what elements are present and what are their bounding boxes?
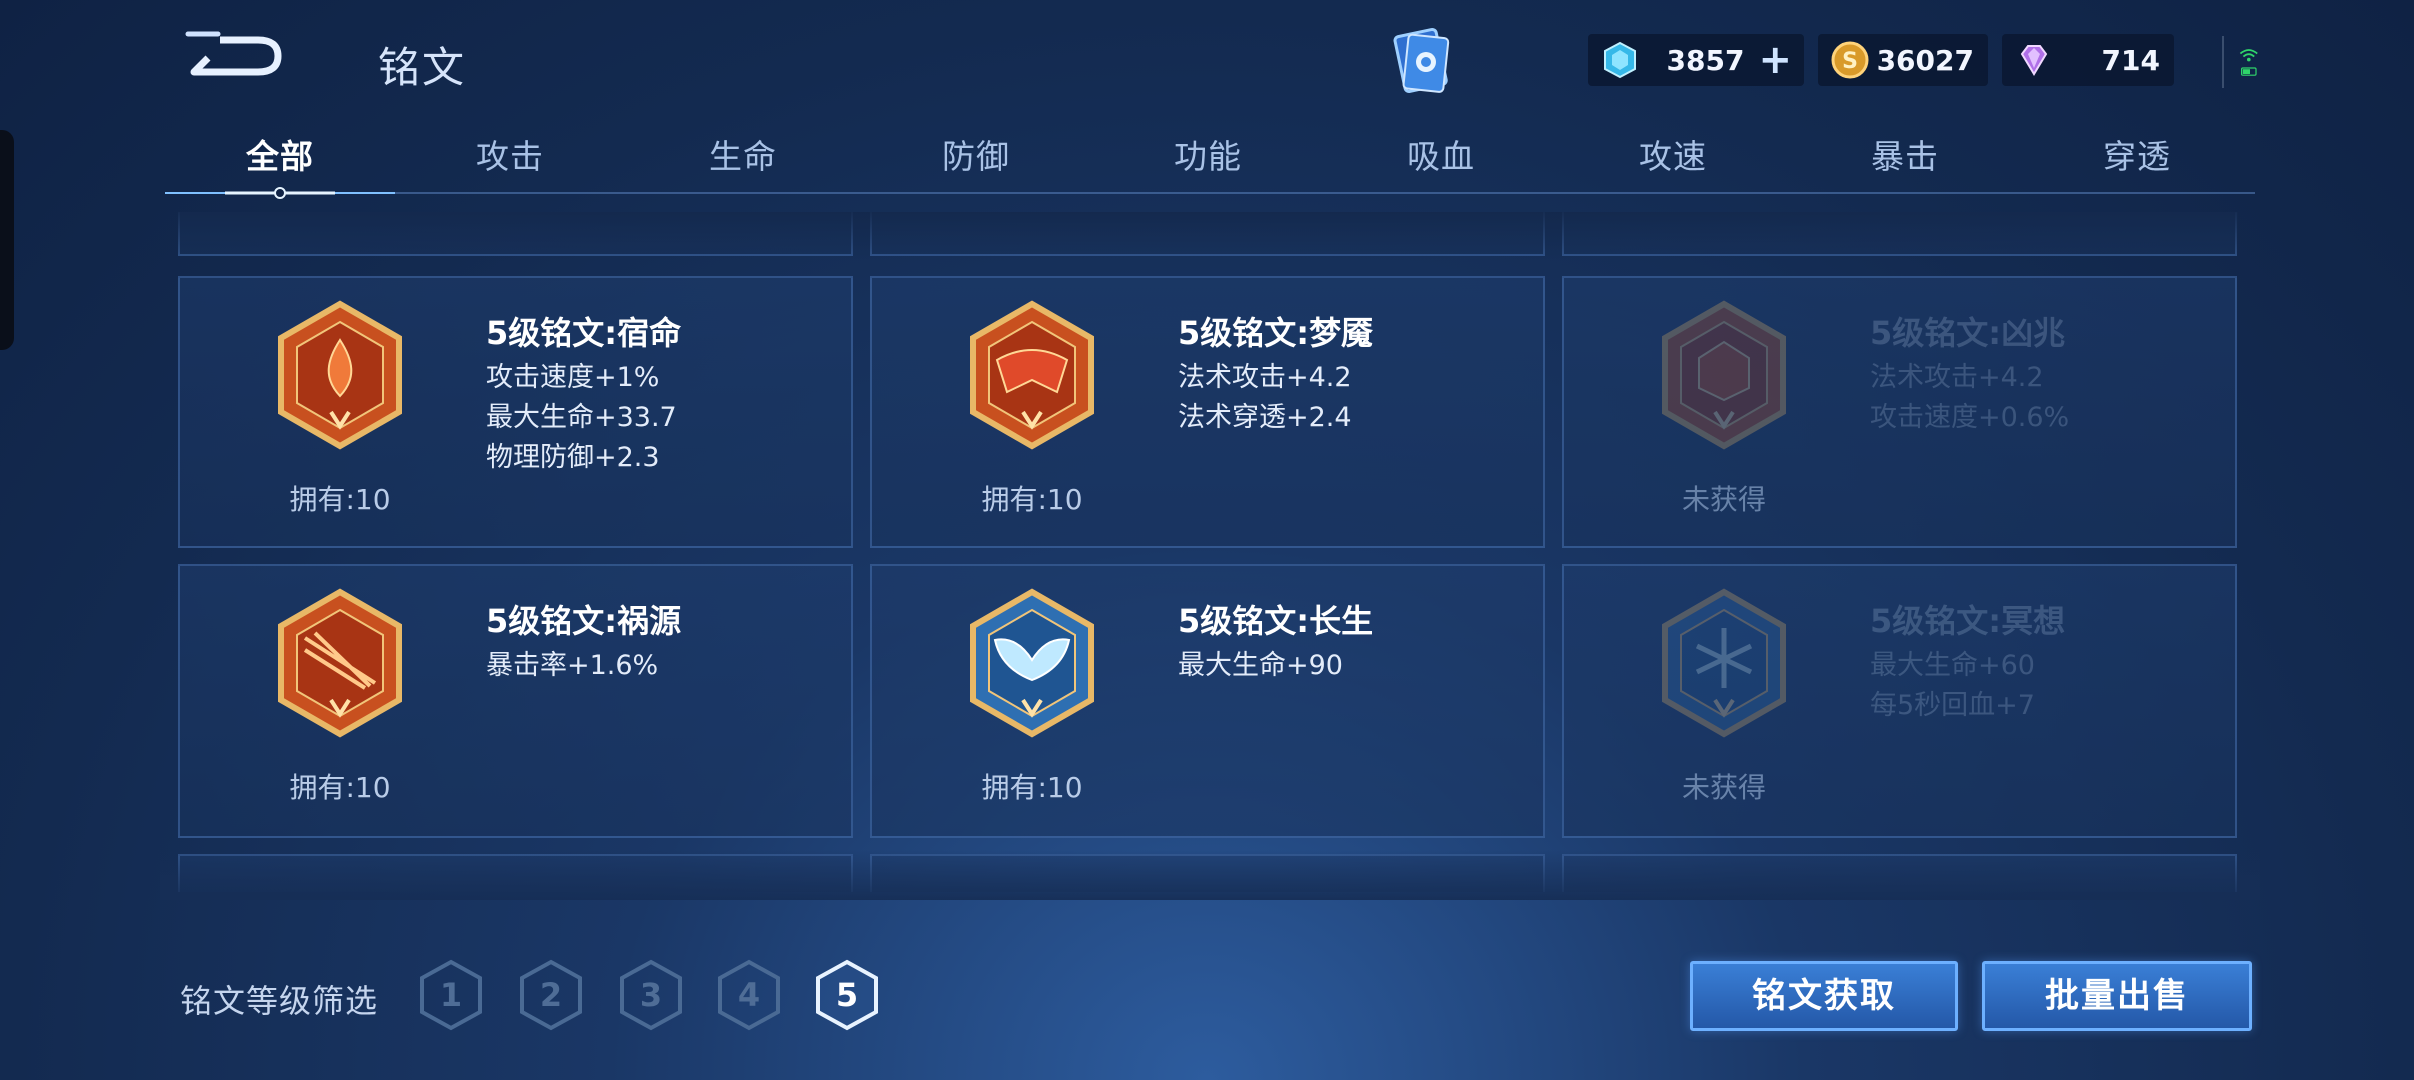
rune-grid[interactable]: 5级铭文:宿命 攻击速度+1% 最大生命+33.7 物理防御+2.3 拥有:10… (178, 212, 2238, 892)
rune-card-locked[interactable]: 5级铭文:冥想 最大生命+60 每5秒回血+7 未获得 (1562, 564, 2237, 838)
rune-name: 5级铭文:凶兆 (1870, 314, 2066, 352)
category-tabs: 全部 攻击 生命 防御 功能 吸血 攻速 暴击 穿透 (165, 130, 2255, 196)
tab-all[interactable]: 全部 (180, 130, 380, 178)
level-filter-3[interactable]: 3 (618, 958, 684, 1032)
rune-name: 5级铭文:冥想 (1870, 602, 2066, 640)
bulk-sell-button[interactable]: 批量出售 (1982, 961, 2252, 1031)
rune-card-partial[interactable] (178, 854, 853, 892)
rune-owned-status: 未获得 (1681, 483, 1766, 516)
rune-card-partial[interactable] (870, 212, 1545, 256)
rune-meditation-icon (1662, 588, 1786, 738)
rune-card[interactable]: 5级铭文:长生 最大生命+90 拥有:10 (870, 564, 1545, 838)
rune-owned-count: 拥有:10 (981, 483, 1083, 516)
rune-card[interactable]: 5级铭文:梦魇 法术攻击+4.2 法术穿透+2.4 拥有:10 (870, 276, 1545, 548)
tab-attack[interactable]: 攻击 (410, 130, 610, 178)
rune-card-partial[interactable] (1562, 854, 2237, 892)
level-filter-1[interactable]: 1 (418, 958, 484, 1032)
rune-stat: 攻击速度+1% (486, 362, 660, 393)
rune-card-partial[interactable] (1562, 212, 2237, 256)
tab-function[interactable]: 功能 (1108, 130, 1308, 178)
gem-currency: 3857 + (1588, 34, 1804, 86)
rune-calamity-icon (278, 588, 402, 738)
tab-divider (165, 192, 2255, 194)
gem-amount: 3857 (1666, 43, 1745, 77)
level-filter-label: 铭文等级筛选 (180, 982, 379, 1020)
crystal-currency: 714 (2002, 34, 2174, 86)
rune-stat: 最大生命+90 (1178, 650, 1343, 681)
active-tab-indicator (165, 187, 395, 199)
level-number: 5 (836, 976, 858, 1014)
level-filter-2[interactable]: 2 (518, 958, 584, 1032)
back-arrow-icon[interactable] (180, 28, 285, 84)
rune-stats: 攻击速度+1% 最大生命+33.7 物理防御+2.3 (486, 358, 677, 478)
diamond-gem-icon (1604, 41, 1636, 79)
get-runes-button[interactable]: 铭文获取 (1690, 961, 1958, 1031)
level-number: 3 (640, 976, 662, 1014)
rune-stat: 最大生命+33.7 (486, 402, 677, 433)
rune-owned-count: 拥有:10 (981, 771, 1083, 804)
rune-stat: 法术攻击+4.2 (1870, 362, 2044, 393)
rune-card-partial[interactable] (178, 212, 853, 256)
level-number: 4 (738, 976, 760, 1014)
rune-stats: 最大生命+60 每5秒回血+7 (1870, 646, 2035, 726)
rune-owned-count: 拥有:10 (289, 771, 391, 804)
tab-defense[interactable]: 防御 (876, 130, 1076, 178)
purple-crystal-icon (2020, 45, 2048, 76)
tab-penetration[interactable]: 穿透 (2037, 130, 2237, 178)
rune-stat: 攻击速度+0.6% (1870, 402, 2070, 433)
rune-book-icon[interactable] (1388, 26, 1458, 98)
rune-card[interactable]: 5级铭文:宿命 攻击速度+1% 最大生命+33.7 物理防御+2.3 拥有:10 (178, 276, 853, 548)
rune-nightmare-icon (970, 300, 1094, 450)
gold-amount: 36027 (1876, 43, 1974, 77)
gold-coin-icon: S (1831, 41, 1869, 79)
crystal-amount: 714 (2101, 43, 2160, 77)
rune-longevity-icon (970, 588, 1094, 738)
rune-card-locked[interactable]: 5级铭文:凶兆 法术攻击+4.2 攻击速度+0.6% 未获得 (1562, 276, 2237, 548)
rune-stats: 法术攻击+4.2 攻击速度+0.6% (1870, 358, 2069, 438)
rune-stat: 暴击率+1.6% (486, 650, 659, 681)
add-gem-icon[interactable]: + (1758, 40, 1792, 80)
rune-stat: 物理防御+2.3 (486, 442, 660, 473)
rune-card-partial[interactable] (870, 854, 1545, 892)
svg-text:S: S (1842, 49, 1858, 74)
side-edge-handle (0, 130, 14, 350)
wifi-battery-icon (2222, 36, 2258, 88)
rune-owned-status: 未获得 (1681, 771, 1766, 804)
level-filter-4[interactable]: 4 (716, 958, 782, 1032)
rune-fate-icon (278, 300, 402, 450)
rune-stat: 每5秒回血+7 (1870, 690, 2035, 721)
rune-stat: 法术攻击+4.2 (1178, 362, 1352, 393)
tab-crit[interactable]: 暴击 (1805, 130, 2005, 178)
rune-omen-icon (1662, 300, 1786, 450)
tab-attack-speed[interactable]: 攻速 (1573, 130, 1773, 178)
page-title: 铭文 (378, 43, 467, 92)
rune-stats: 法术攻击+4.2 法术穿透+2.4 (1178, 358, 1352, 438)
level-number: 2 (540, 976, 562, 1014)
tab-lifesteal[interactable]: 吸血 (1341, 130, 1541, 178)
rune-owned-count: 拥有:10 (289, 483, 391, 516)
rune-name: 5级铭文:祸源 (486, 602, 682, 640)
tab-health[interactable]: 生命 (643, 130, 843, 178)
rune-name: 5级铭文:梦魇 (1178, 314, 1374, 352)
gold-currency: S 36027 (1818, 34, 1988, 86)
rune-name: 5级铭文:长生 (1178, 602, 1374, 640)
rune-stat: 法术穿透+2.4 (1178, 402, 1352, 433)
rune-card[interactable]: 5级铭文:祸源 暴击率+1.6% 拥有:10 (178, 564, 853, 838)
level-filter-5-selected[interactable]: 5 (814, 958, 880, 1032)
rune-stat: 最大生命+60 (1870, 650, 2035, 681)
rune-name: 5级铭文:宿命 (486, 314, 682, 352)
rune-stats: 最大生命+90 (1178, 646, 1343, 686)
rune-stats: 暴击率+1.6% (486, 646, 658, 686)
level-number: 1 (440, 976, 462, 1014)
